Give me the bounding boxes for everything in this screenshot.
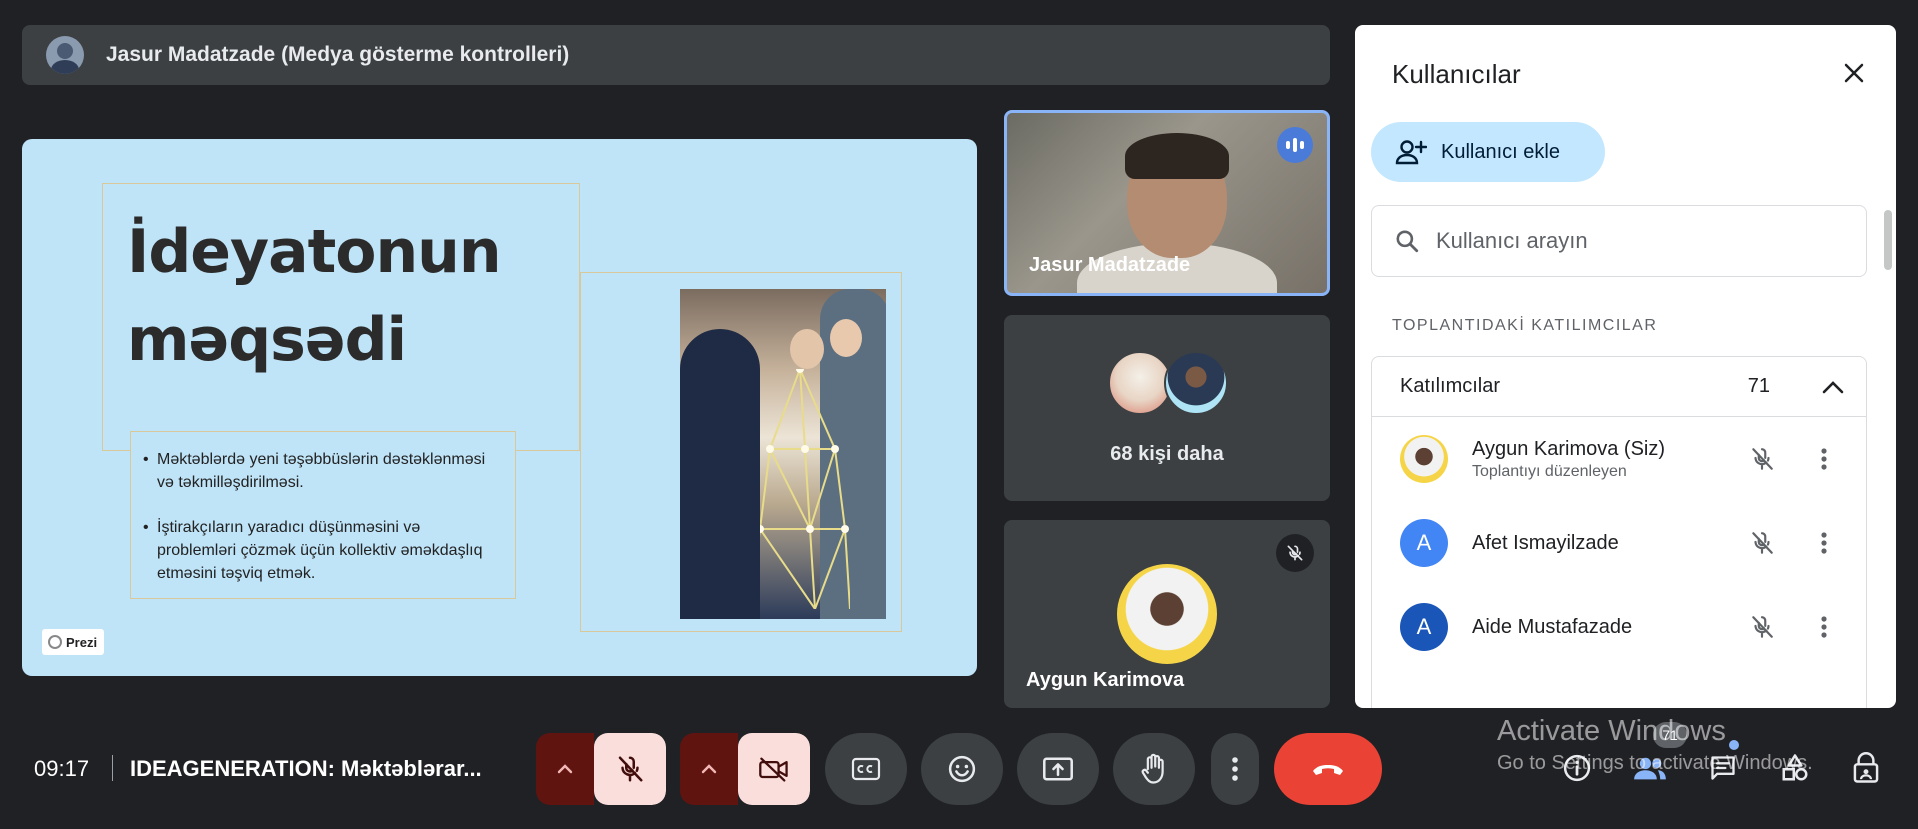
slide-bullet: Məktəblərdə yeni təşəbbüslərin dəstəklən… [143, 448, 501, 494]
camera-toggle-button[interactable] [738, 733, 810, 805]
avatar [1164, 351, 1228, 415]
meeting-name: IDEAGENERATION: Məktəblərar... [130, 756, 482, 781]
prezi-badge: Prezi [42, 629, 104, 655]
participant-row[interactable]: A Aide Mustafazade [1372, 585, 1866, 669]
captions-button[interactable] [825, 733, 907, 805]
avatar-stack [1108, 351, 1228, 415]
participant-role: Toplantıyı düzenleyen [1472, 462, 1627, 480]
mic-off-icon [618, 756, 643, 782]
prezi-label: Prezi [66, 634, 98, 650]
avatar [1117, 564, 1217, 664]
activities-icon [1782, 754, 1808, 781]
present-screen-icon [1043, 757, 1073, 781]
panel-scrollbar[interactable] [1884, 210, 1892, 270]
more-participants-label: 68 kişi daha [1110, 443, 1224, 465]
more-vert-icon [1232, 757, 1238, 781]
more-options-icon[interactable] [1804, 607, 1844, 647]
speaker-name: Jasur Madatzade [1029, 254, 1191, 276]
activities-button[interactable] [1775, 748, 1815, 788]
slide-photo [680, 289, 886, 619]
slide-bullets: Məktəblərdə yeni təşəbbüslərin dəstəklən… [130, 431, 516, 599]
participant-name: Aide Mustafazade [1472, 615, 1633, 638]
slide-bullet: İştirakçıların yaradıcı düşünməsini və p… [143, 516, 501, 585]
section-label: TOPLANTIDAKİ KATILIMCILAR [1392, 317, 1658, 334]
raise-hand-button[interactable] [1113, 733, 1195, 805]
slide-title-line-2: məqsədi [127, 305, 407, 375]
more-options-icon[interactable] [1804, 523, 1844, 563]
search-icon [1396, 230, 1419, 253]
mic-off-icon[interactable] [1742, 439, 1782, 479]
microphone-toggle-button[interactable] [594, 733, 666, 805]
shared-slide: İdeyatonun məqsədi M [22, 139, 977, 676]
group-label: Katılımcılar [1400, 375, 1501, 397]
avatar: A [1400, 603, 1448, 651]
avatar: A [1400, 519, 1448, 567]
microphone-control [536, 733, 666, 805]
participants-group-header[interactable]: Katılımcılar 71 [1372, 357, 1866, 417]
close-icon [1844, 63, 1864, 83]
slide-title-line-1: İdeyatonun [127, 217, 502, 287]
speaking-indicator-icon [1277, 127, 1313, 163]
presenter-bar[interactable]: Jasur Madatzade (Medya gösterme kontroll… [22, 25, 1330, 85]
chevron-up-icon [701, 764, 717, 774]
search-input[interactable] [1436, 228, 1836, 254]
slide-title-box: İdeyatonun məqsədi [102, 183, 580, 451]
end-call-icon [1313, 765, 1343, 775]
search-box[interactable] [1371, 205, 1867, 277]
participant-name: Aygun Karimova (Siz) [1472, 437, 1666, 460]
add-user-button[interactable]: Kullanıcı ekle [1371, 122, 1605, 182]
people-count-badge: 71 [1653, 722, 1687, 748]
mic-off-icon [1276, 534, 1314, 572]
chevron-up-icon [1822, 380, 1844, 393]
chat-icon [1711, 756, 1735, 780]
chevron-up-icon [557, 764, 573, 774]
participants-group: Katılımcılar 71 Aygun Karimova (Siz) Top… [1371, 356, 1867, 708]
lock-person-icon [1853, 752, 1879, 783]
meeting-info-button[interactable] [1557, 748, 1597, 788]
more-options-icon[interactable] [1804, 439, 1844, 479]
avatar [1108, 351, 1172, 415]
group-count: 71 [1747, 375, 1770, 397]
info-icon [1563, 754, 1591, 782]
camera-control [680, 733, 810, 805]
host-controls-button[interactable] [1846, 748, 1886, 788]
audio-options-button[interactable] [536, 733, 594, 805]
participant-name: Afet Ismayilzade [1472, 531, 1619, 554]
camera-off-icon [759, 757, 788, 782]
closed-captions-icon [851, 757, 881, 781]
present-screen-button[interactable] [1017, 733, 1099, 805]
presenter-name: Jasur Madatzade (Medya gösterme kontroll… [106, 43, 570, 66]
participant-row[interactable]: A Afet Ismayilzade [1372, 501, 1866, 585]
more-options-button[interactable] [1211, 733, 1259, 805]
meeting-time: 09:17 [34, 756, 90, 781]
speaker-video-tile[interactable]: Jasur Madatzade [1004, 110, 1330, 296]
self-video-tile[interactable]: Aygun Karimova [1004, 520, 1330, 708]
close-panel-button[interactable] [1834, 53, 1874, 93]
raise-hand-icon [1141, 753, 1164, 784]
leave-call-button[interactable] [1274, 733, 1382, 805]
participant-row[interactable]: Aygun Karimova (Siz) Toplantıyı düzenley… [1372, 417, 1866, 501]
self-name: Aygun Karimova [1026, 669, 1185, 691]
people-panel: Kullanıcılar Kullanıcı ekle TOPLANTIDAKİ… [1355, 25, 1896, 708]
presenter-avatar [46, 36, 84, 74]
panel-title: Kullanıcılar [1392, 59, 1521, 89]
add-person-icon [1395, 140, 1427, 165]
add-user-label: Kullanıcı ekle [1441, 140, 1560, 163]
prezi-logo-icon [48, 635, 62, 649]
emoji-icon [948, 755, 976, 783]
chat-notification-dot [1729, 740, 1739, 750]
people-icon [1634, 757, 1666, 780]
divider [112, 755, 113, 781]
chat-button[interactable] [1703, 748, 1743, 788]
reactions-button[interactable] [921, 733, 1003, 805]
mic-off-icon[interactable] [1742, 523, 1782, 563]
avatar [1400, 435, 1448, 483]
video-options-button[interactable] [680, 733, 738, 805]
mic-off-icon[interactable] [1742, 607, 1782, 647]
more-participants-tile[interactable]: 68 kişi daha [1004, 315, 1330, 501]
people-button[interactable] [1630, 748, 1670, 788]
tower-illustration [750, 369, 850, 609]
